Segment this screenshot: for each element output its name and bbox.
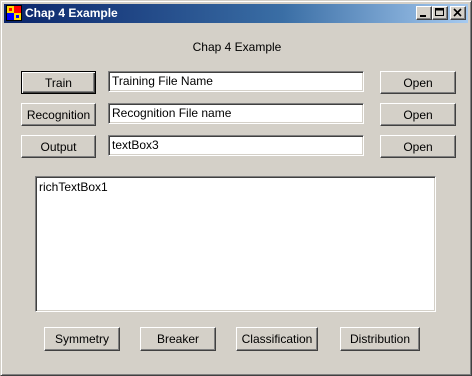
output-button[interactable]: Output [21,135,96,158]
app-window: Chap 4 Example Chap 4 Example Train Trai… [0,0,472,376]
open-training-button[interactable]: Open [380,71,456,94]
form-heading: Chap 4 Example [1,40,472,54]
breaker-button[interactable]: Breaker [140,327,216,351]
training-file-textbox[interactable]: Training File Name [108,71,364,92]
form-heading-label: Chap 4 Example [192,40,282,54]
app-grid-icon[interactable] [6,5,22,21]
maximize-icon [435,8,444,16]
close-icon [453,8,462,17]
recognition-button[interactable]: Recognition [21,103,96,126]
open-recognition-button[interactable]: Open [380,103,456,126]
open-output-button[interactable]: Open [380,135,456,158]
rich-text-box[interactable]: richTextBox1 [35,176,436,312]
symmetry-button[interactable]: Symmetry [44,327,120,351]
recognition-file-textbox[interactable]: Recognition File name [108,103,364,124]
classification-button[interactable]: Classification [236,327,318,351]
train-button[interactable]: Train [21,71,96,94]
minimize-button[interactable] [416,6,432,20]
close-button[interactable] [450,6,466,20]
window-title: Chap 4 Example [25,6,118,20]
output-textbox[interactable]: textBox3 [108,135,364,156]
title-bar[interactable]: Chap 4 Example [4,4,468,23]
minimize-icon [420,15,426,17]
distribution-button[interactable]: Distribution [340,327,420,351]
maximize-button[interactable] [432,6,448,20]
